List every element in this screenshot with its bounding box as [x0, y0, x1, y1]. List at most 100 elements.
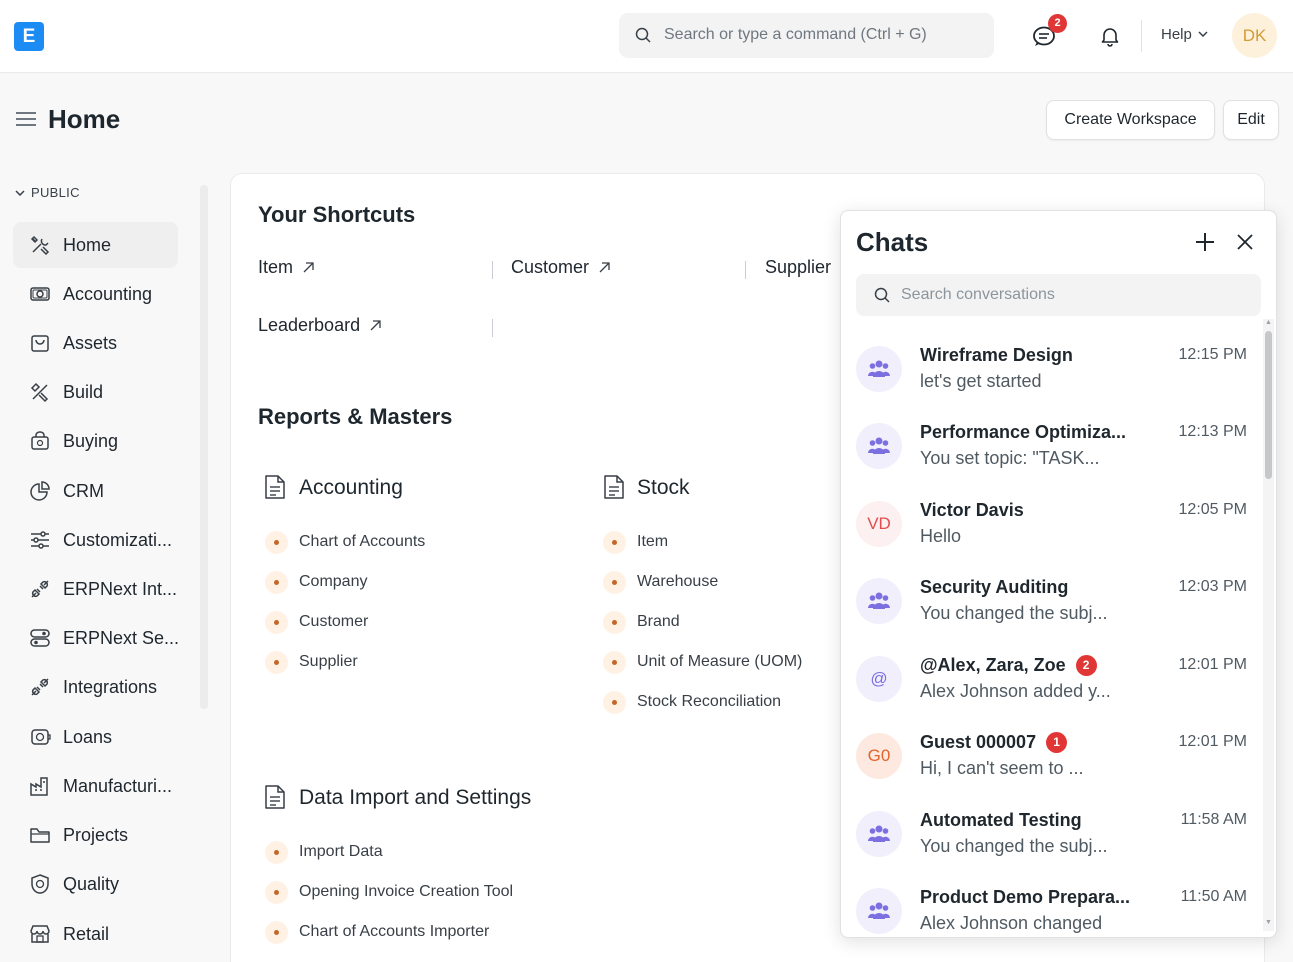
link-uom[interactable]: Unit of Measure (UOM): [637, 653, 802, 671]
conversation-item[interactable]: Product Demo Prepara... Alex Johnson cha…: [841, 880, 1261, 937]
conversation-name: Guest 000007 1: [920, 732, 1068, 753]
conversation-item[interactable]: Automated Testing You changed the subj..…: [841, 803, 1261, 880]
group-icon: [868, 825, 890, 842]
sidebar-item-label: Loans: [63, 727, 113, 747]
sidebar-item-manufacturing[interactable]: Manufacturi...: [13, 763, 178, 809]
conversation-name: @Alex, Zara, Zoe 2: [920, 655, 1097, 676]
card-title-accounting[interactable]: Accounting: [299, 476, 403, 500]
link-opening-invoice-tool[interactable]: Opening Invoice Creation Tool: [299, 883, 513, 901]
conversation-time: 12:15 PM: [1178, 346, 1247, 363]
scroll-down-arrow-icon[interactable]: ▼: [1265, 919, 1272, 926]
conversation-item[interactable]: G0 Guest 000007 1 Hi, I can't seem to ...…: [841, 725, 1261, 802]
group-avatar: [856, 578, 902, 624]
link-dot: [603, 691, 626, 714]
link-chart-of-accounts[interactable]: Chart of Accounts: [299, 533, 425, 551]
conversation-time: 12:01 PM: [1178, 733, 1247, 750]
group-avatar: [856, 423, 902, 469]
group-icon: [868, 360, 890, 377]
sidebar-item-crm[interactable]: CRM: [13, 468, 178, 514]
sidebar-item-label: Home: [63, 235, 112, 255]
sidebar-item-label: Buying: [63, 431, 119, 451]
card-title-data-import[interactable]: Data Import and Settings: [299, 786, 531, 810]
group-icon: [868, 437, 890, 454]
conversation-time: 11:50 AM: [1180, 888, 1247, 905]
shortcut-supplier[interactable]: Supplier: [765, 257, 831, 278]
sidebar-item-label: CRM: [63, 481, 104, 501]
link-warehouse[interactable]: Warehouse: [637, 573, 718, 591]
card-title-stock[interactable]: Stock: [637, 476, 690, 500]
chat-title: Chats: [856, 227, 929, 257]
sidebar-item-quality[interactable]: Quality: [13, 861, 178, 907]
plus-icon[interactable]: [1195, 232, 1215, 252]
shortcut-label: Supplier: [765, 257, 832, 277]
app-logo[interactable]: E: [14, 22, 44, 51]
conversation-time: 12:13 PM: [1178, 423, 1247, 440]
chat-scrollbar-thumb[interactable]: [1265, 331, 1272, 479]
link-dot: [265, 571, 288, 594]
sidebar-item-erpnext-integrations[interactable]: ERPNext Int...: [13, 566, 178, 612]
scroll-up-arrow-icon[interactable]: ▲: [1265, 319, 1272, 326]
conversation-item[interactable]: Security Auditing You changed the subj..…: [841, 570, 1261, 647]
sidebar-item-customization[interactable]: Customizati...: [13, 517, 178, 563]
conversation-time: 12:05 PM: [1178, 501, 1247, 518]
conversation-preview: You changed the subj...: [920, 836, 1108, 856]
help-dropdown[interactable]: Help: [1161, 26, 1208, 43]
document-icon: [265, 785, 285, 809]
sidebar-scrollbar[interactable]: [200, 185, 208, 709]
bell-icon[interactable]: [1099, 25, 1121, 47]
guest-avatar: G0: [856, 733, 902, 779]
shortcut-item[interactable]: Item: [258, 257, 314, 278]
sidebar-item-retail[interactable]: Retail: [13, 911, 178, 957]
buying-icon: [31, 431, 49, 450]
conversation-item[interactable]: Wireframe Design let's get started 12:15…: [841, 338, 1261, 415]
link-coa-importer[interactable]: Chart of Accounts Importer: [299, 923, 489, 941]
page-title: Home: [48, 104, 121, 134]
conversation-item[interactable]: VD Victor Davis Hello 12:05 PM: [841, 493, 1261, 570]
conversation-name: Product Demo Prepara...: [920, 887, 1131, 907]
sidebar-item-home[interactable]: Home: [13, 222, 178, 268]
shortcut-divider: [492, 319, 493, 337]
sidebar-item-accounting[interactable]: Accounting: [13, 271, 178, 317]
close-icon[interactable]: [1237, 234, 1253, 250]
sidebar-section-label: PUBLIC: [31, 185, 80, 200]
link-stock-reconciliation[interactable]: Stock Reconciliation: [637, 693, 781, 711]
link-dot: [265, 881, 288, 904]
link-item[interactable]: Item: [637, 533, 668, 551]
sidebar-item-buying[interactable]: Buying: [13, 418, 178, 464]
awesomebar-search[interactable]: Search or type a command (Ctrl + G): [619, 13, 994, 58]
link-customer[interactable]: Customer: [299, 613, 368, 631]
sidebar-item-label: Assets: [63, 333, 118, 353]
sidebar-item-label: Accounting: [63, 284, 153, 304]
tools-icon: [30, 235, 50, 256]
shortcut-customer[interactable]: Customer: [511, 257, 610, 278]
conversation-preview: You changed the subj...: [920, 603, 1108, 623]
bag-icon: [31, 335, 49, 352]
group-icon: [868, 902, 890, 919]
edit-button[interactable]: Edit: [1223, 100, 1279, 140]
sidebar-item-erpnext-settings[interactable]: ERPNext Se...: [13, 615, 179, 661]
link-dot: [265, 651, 288, 674]
sidebar-item-projects[interactable]: Projects: [13, 812, 178, 858]
hamburger-menu-icon[interactable]: [16, 111, 36, 127]
link-brand[interactable]: Brand: [637, 613, 680, 631]
create-workspace-button[interactable]: Create Workspace: [1046, 100, 1215, 140]
shortcut-leaderboard[interactable]: Leaderboard: [258, 315, 381, 336]
user-avatar[interactable]: DK: [1232, 13, 1277, 58]
sidebar-item-label: ERPNext Int...: [63, 579, 178, 599]
document-icon: [604, 475, 624, 499]
link-import-data[interactable]: Import Data: [299, 843, 383, 861]
sidebar-section-public[interactable]: PUBLIC: [15, 185, 80, 200]
chat-search-input[interactable]: Search conversations: [856, 274, 1261, 316]
mention-avatar: @: [856, 656, 902, 702]
sidebar-item-loans[interactable]: Loans: [13, 714, 178, 760]
sidebar-item-assets[interactable]: Assets: [13, 320, 178, 366]
sidebar-item-build[interactable]: Build: [13, 369, 178, 415]
sidebar-item-integrations[interactable]: Integrations: [13, 664, 178, 710]
chevron-down-icon: [15, 190, 25, 196]
conversation-item[interactable]: @ @Alex, Zara, Zoe 2 Alex Johnson added y…: [841, 648, 1261, 725]
link-company[interactable]: Company: [299, 573, 367, 591]
conversation-item[interactable]: Performance Optimiza... You set topic: "…: [841, 415, 1261, 492]
link-supplier[interactable]: Supplier: [299, 653, 358, 671]
chat-search-placeholder: Search conversations: [901, 286, 1055, 303]
link-dot: [603, 531, 626, 554]
